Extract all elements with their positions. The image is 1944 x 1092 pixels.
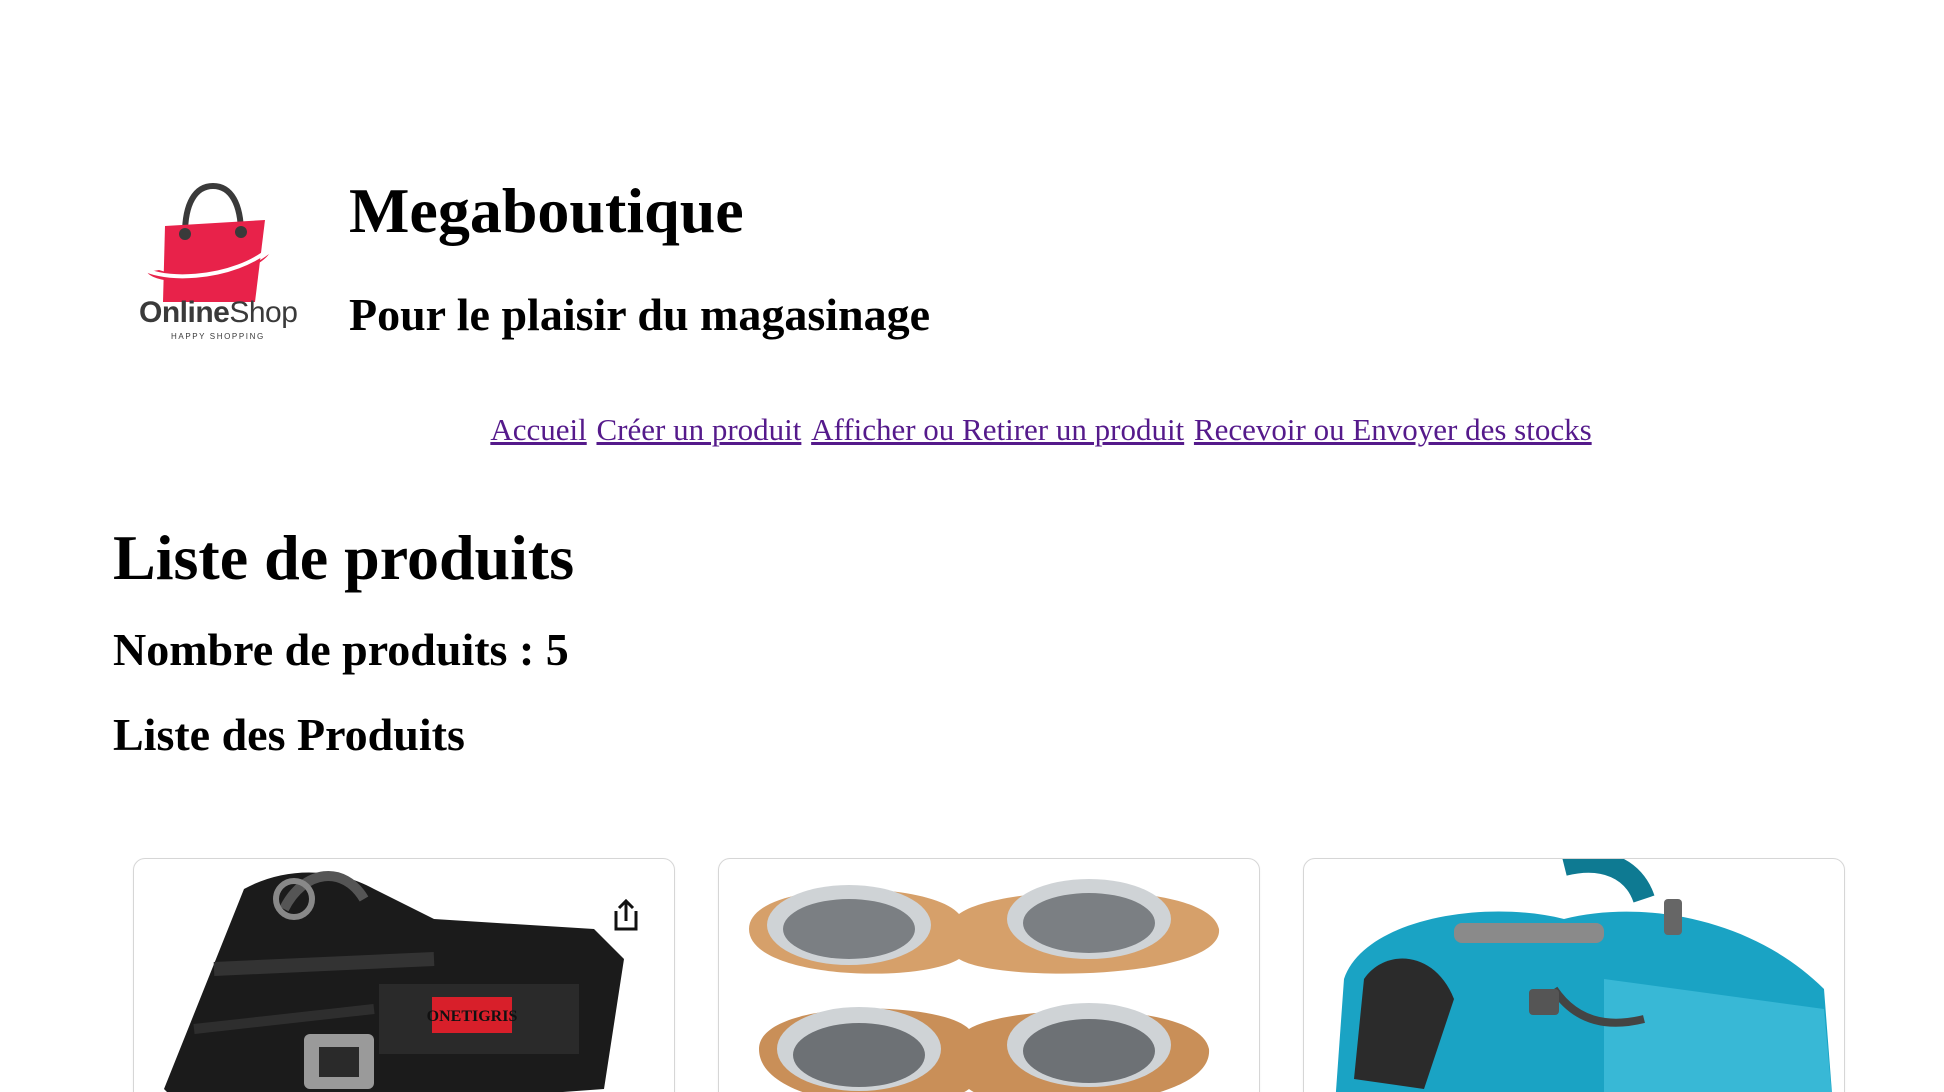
page: OnlineShop HAPPY SHOPPING Megaboutique P…	[0, 0, 1944, 1092]
product-image-dog-backpack	[1335, 859, 1832, 1092]
product-card-2[interactable]	[718, 858, 1260, 1092]
product-image-tactical-harness: ONETIGRIS	[164, 871, 624, 1092]
main-content: Liste de produits Nombre de produits : 5…	[113, 520, 1833, 761]
harness-patch-text: ONETIGRIS	[427, 1008, 518, 1025]
product-image-double-bowls	[749, 879, 1220, 1092]
nav-link-accueil[interactable]: Accueil	[490, 412, 586, 447]
site-subtitle: Pour le plaisir du magasinage	[349, 289, 931, 340]
nav-link-creer-produit[interactable]: Créer un produit	[596, 412, 801, 447]
online-shop-logo[interactable]: OnlineShop HAPPY SHOPPING	[135, 174, 305, 344]
nav-link-afficher-retirer-produit[interactable]: Afficher ou Retirer un produit	[811, 412, 1184, 447]
product-card-3[interactable]	[1303, 858, 1845, 1092]
site-title: Megaboutique	[349, 175, 744, 246]
page-heading: Liste de produits	[113, 522, 575, 593]
logo-wordmark: OnlineShop	[139, 296, 298, 329]
logo-tagline: HAPPY SHOPPING	[171, 332, 265, 341]
site-header: OnlineShop HAPPY SHOPPING Megaboutique P…	[135, 170, 1835, 350]
main-nav: Accueil Créer un produit Afficher ou Ret…	[0, 412, 1944, 448]
shopping-bag-icon	[137, 182, 277, 302]
product-count: Nombre de produits : 5	[113, 623, 569, 675]
product-list-heading: Liste des Produits	[113, 708, 465, 760]
product-cards: ONETIGRIS	[133, 858, 1845, 1092]
nav-link-recevoir-envoyer-stocks[interactable]: Recevoir ou Envoyer des stocks	[1194, 412, 1592, 447]
share-icon[interactable]	[606, 895, 646, 935]
product-card-1[interactable]: ONETIGRIS	[133, 858, 675, 1092]
